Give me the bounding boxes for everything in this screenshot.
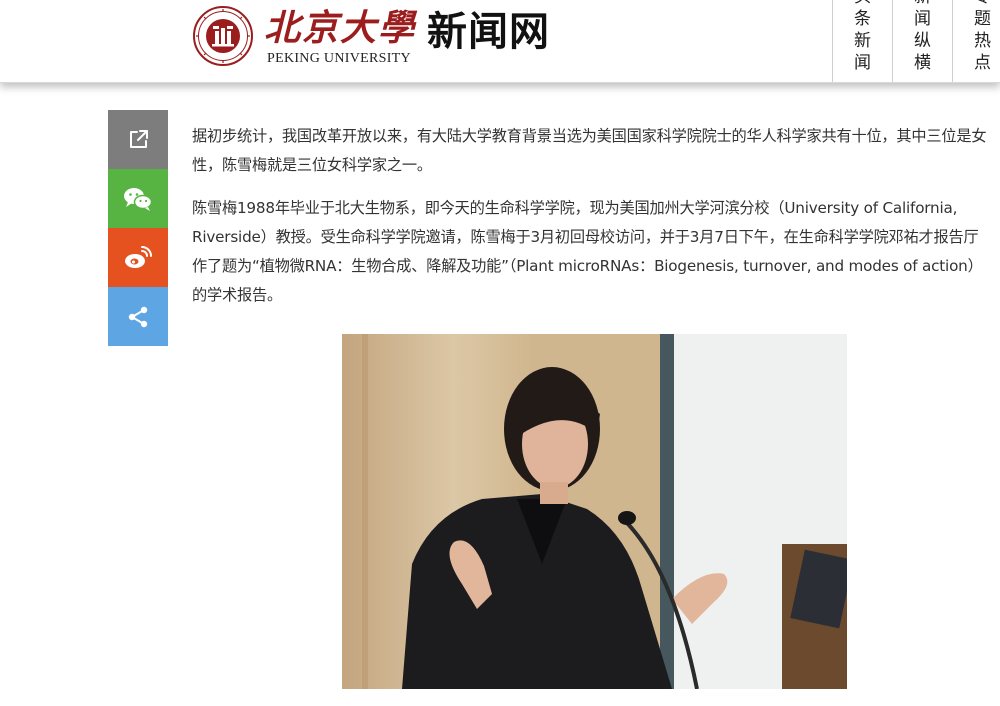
site-header: 北京大學 PEKING UNIVERSITY 新闻网 头条新闻 新闻纵横 专题热… (0, 0, 1000, 83)
peking-university-seal-logo[interactable] (193, 6, 253, 66)
nav-item-headlines[interactable]: 头条新闻 (832, 0, 892, 82)
weibo-icon (124, 245, 152, 270)
article-paragraph: 据初步统计，我国改革开放以来，有大陆大学教育背景当选为美国国家科学院院士的华人科… (192, 127, 987, 174)
share-external-button[interactable] (108, 110, 168, 169)
wechat-share-button[interactable] (108, 169, 168, 228)
site-title[interactable]: 新闻网 (427, 8, 550, 56)
share-bar (108, 110, 168, 346)
wechat-icon (123, 186, 153, 212)
nav-item-label: 新闻纵横 (914, 0, 931, 73)
more-share-button[interactable] (108, 287, 168, 346)
nav-item-label: 头条新闻 (854, 0, 871, 73)
article-paragraph: 陈雪梅1988年毕业于北大生物系，即今天的生命科学学院，现为美国加州大学河滨分校… (192, 199, 983, 304)
university-name-en[interactable]: PEKING UNIVERSITY (267, 51, 411, 67)
top-nav: 头条新闻 新闻纵横 专题热点 (832, 0, 1000, 82)
article-body: 据初步统计，我国改革开放以来，有大陆大学教育背景当选为美国国家科学院院士的华人科… (192, 122, 990, 324)
nav-item-news-overview[interactable]: 新闻纵横 (892, 0, 952, 82)
nav-item-special-topics[interactable]: 专题热点 (952, 0, 1000, 82)
weibo-share-button[interactable] (108, 228, 168, 287)
share-icon (126, 305, 150, 329)
article-photo (342, 334, 847, 689)
university-name-cn[interactable]: 北京大學 (264, 8, 416, 48)
share-external-icon (126, 128, 150, 152)
nav-item-label: 专题热点 (974, 0, 991, 73)
